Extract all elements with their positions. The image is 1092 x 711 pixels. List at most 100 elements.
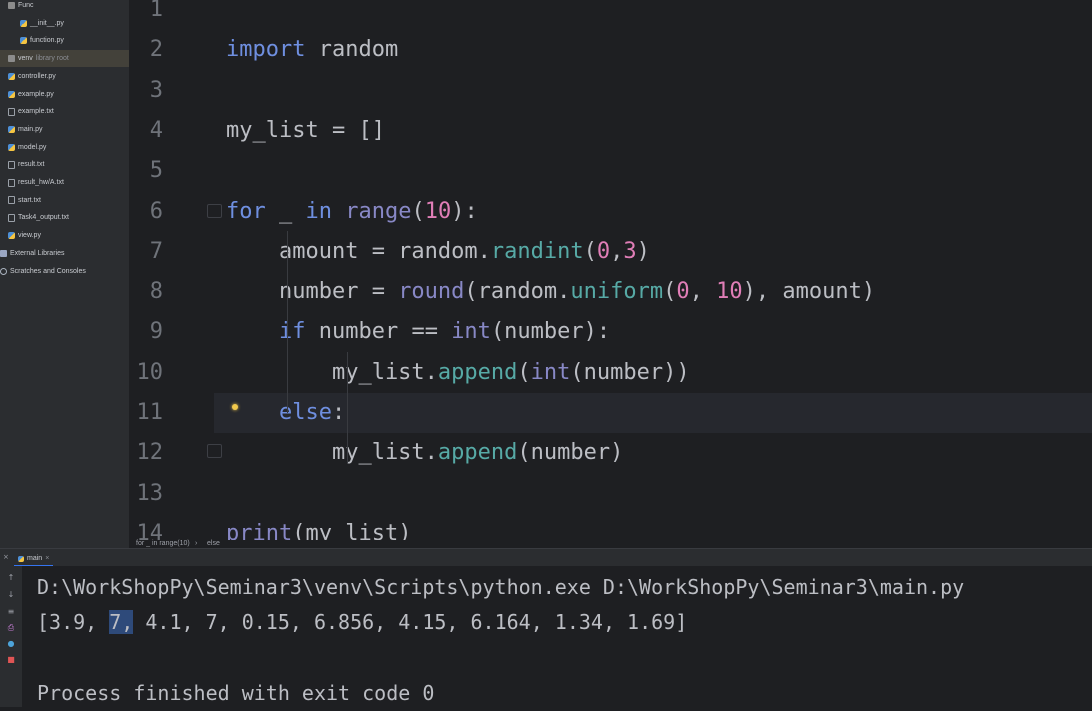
- text-file-icon: [8, 213, 15, 222]
- run-panel-header: × main ×: [0, 548, 1092, 567]
- close-icon[interactable]: ×: [45, 555, 49, 562]
- line-number: 10: [136, 359, 164, 385]
- console-exit-message: Process finished with exit code 0: [37, 681, 435, 705]
- delete-icon[interactable]: ■: [7, 656, 15, 664]
- tree-item[interactable]: result_hw/A.txt: [0, 174, 129, 191]
- code-token: print: [226, 520, 293, 540]
- code-token: amount = random.: [226, 238, 491, 264]
- breadcrumb-item-else[interactable]: else: [207, 540, 220, 548]
- code-token: number ==: [305, 319, 452, 345]
- code-token: uniform: [570, 279, 664, 305]
- line-number: 14: [136, 520, 164, 540]
- text-file-icon: [8, 160, 15, 169]
- tree-item[interactable]: example.txt: [0, 103, 129, 120]
- tree-item[interactable]: External Libraries: [0, 245, 129, 262]
- tree-item[interactable]: result.txt: [0, 156, 129, 173]
- code-token: (number):: [490, 319, 611, 345]
- tree-item[interactable]: function.py: [0, 32, 129, 49]
- code-token: (: [583, 238, 597, 264]
- arrow-down-icon[interactable]: ↓: [7, 591, 15, 599]
- python-file-icon: [8, 125, 15, 133]
- code-token: append: [437, 440, 518, 466]
- line-number: 9: [149, 319, 163, 345]
- line-number: 11: [136, 400, 164, 425]
- code-token: append: [437, 359, 518, 385]
- code-line[interactable]: amount = random.randint(0,3): [226, 232, 650, 272]
- line-number: 7: [149, 238, 163, 264]
- console-output[interactable]: D:\WorkShopPy\Seminar3\venv\Scripts\pyth…: [22, 566, 1092, 707]
- tree-item-label: function.py: [30, 37, 64, 45]
- tree-item[interactable]: __init__.py: [0, 15, 129, 32]
- breadcrumb-separator: ›: [195, 540, 198, 547]
- tree-item[interactable]: Scratches and Consoles: [0, 263, 129, 280]
- tree-item[interactable]: model.py: [0, 139, 129, 156]
- code-line[interactable]: my_list = []: [226, 111, 385, 151]
- tree-item[interactable]: main.py: [0, 121, 129, 138]
- run-tab-main[interactable]: main ×: [14, 552, 54, 567]
- code-line[interactable]: number = round(random.uniform(0, 10), am…: [226, 272, 875, 312]
- code-token: 0: [596, 238, 611, 264]
- soft-wrap-icon[interactable]: ≡: [7, 608, 15, 616]
- tree-item-label: Task4_output.txt: [18, 214, 69, 222]
- code-token: (number)): [570, 359, 690, 385]
- python-file-icon: [20, 37, 27, 45]
- code-line[interactable]: else:: [226, 393, 345, 433]
- run-icon[interactable]: ×: [3, 553, 9, 561]
- tree-item-label: view.py: [18, 232, 41, 240]
- tree-item-label: start.txt: [18, 196, 41, 204]
- tree-item[interactable]: example.py: [0, 86, 129, 103]
- project-tree: Func __init__.py function.py venv library ro…: [0, 0, 129, 548]
- tree-item[interactable]: venv library root: [0, 50, 129, 68]
- code-line[interactable]: my_list.append(number): [226, 433, 623, 473]
- tree-item-hint: library root: [35, 55, 69, 63]
- code-token: my_list = []: [226, 117, 385, 143]
- code-line[interactable]: my_list.append(int(number)): [226, 353, 690, 393]
- code-token: import: [226, 37, 306, 63]
- code-line[interactable]: print(my_list): [226, 514, 411, 540]
- code-token: if: [278, 319, 306, 345]
- print-icon[interactable]: ⎙: [7, 624, 15, 632]
- tree-item[interactable]: start.txt: [0, 192, 129, 209]
- code-token: (: [517, 359, 531, 385]
- line-gutter: 1 2 3 4 5 6 7 8 9 10 11 12 13 14: [129, 0, 214, 540]
- tree-item-label: External Libraries: [10, 249, 65, 257]
- tree-item-label: controller.py: [18, 72, 56, 80]
- run-tab-label: main: [27, 555, 43, 562]
- text-file-icon: [8, 178, 15, 187]
- code-token: my_list.: [226, 440, 438, 466]
- lightbulb-icon[interactable]: [232, 404, 238, 410]
- result-suffix: 4.1, 7, 0.15, 6.856, 4.15, 6.164, 1.34, …: [133, 610, 688, 634]
- code-token: :: [331, 400, 346, 425]
- tree-item-label: Func: [18, 2, 34, 9]
- code-token: range: [345, 198, 412, 224]
- breadcrumb-item-for[interactable]: for _ in range(10): [136, 540, 190, 548]
- text-file-icon: [8, 107, 15, 116]
- tree-item[interactable]: Task4_output.txt: [0, 209, 129, 226]
- code-token: randint: [490, 238, 584, 264]
- code-line[interactable]: import random: [226, 30, 398, 70]
- code-token: number =: [226, 279, 399, 305]
- code-editor[interactable]: 1 2 3 4 5 6 7 8 9 10 11 12 13 14 import random my_list…: [129, 0, 1092, 540]
- tree-item[interactable]: Func: [0, 0, 129, 14]
- code-token: 10: [424, 198, 452, 224]
- code-line[interactable]: for _ in range(10):: [226, 192, 478, 232]
- fold-marker-icon[interactable]: [207, 204, 222, 218]
- tree-item-label: __init__.py: [30, 19, 64, 27]
- arrow-up-icon[interactable]: ↑: [7, 574, 15, 582]
- code-line[interactable]: if number == int(number):: [226, 312, 610, 352]
- tree-item[interactable]: controller.py: [0, 68, 129, 85]
- tree-item[interactable]: view.py: [0, 227, 129, 244]
- line-number: 8: [149, 279, 163, 305]
- tree-item-label: result_hw/A.txt: [18, 179, 64, 186]
- code-token: for: [226, 198, 266, 224]
- python-file-icon: [20, 19, 27, 27]
- code-token: in: [305, 198, 333, 224]
- line-number: 4: [149, 117, 163, 143]
- fold-marker-icon[interactable]: [207, 444, 222, 458]
- line-number: 12: [136, 440, 164, 466]
- line-number: 2: [149, 37, 163, 63]
- code-token: (my_list): [292, 520, 412, 540]
- settings-icon[interactable]: ●: [7, 640, 15, 648]
